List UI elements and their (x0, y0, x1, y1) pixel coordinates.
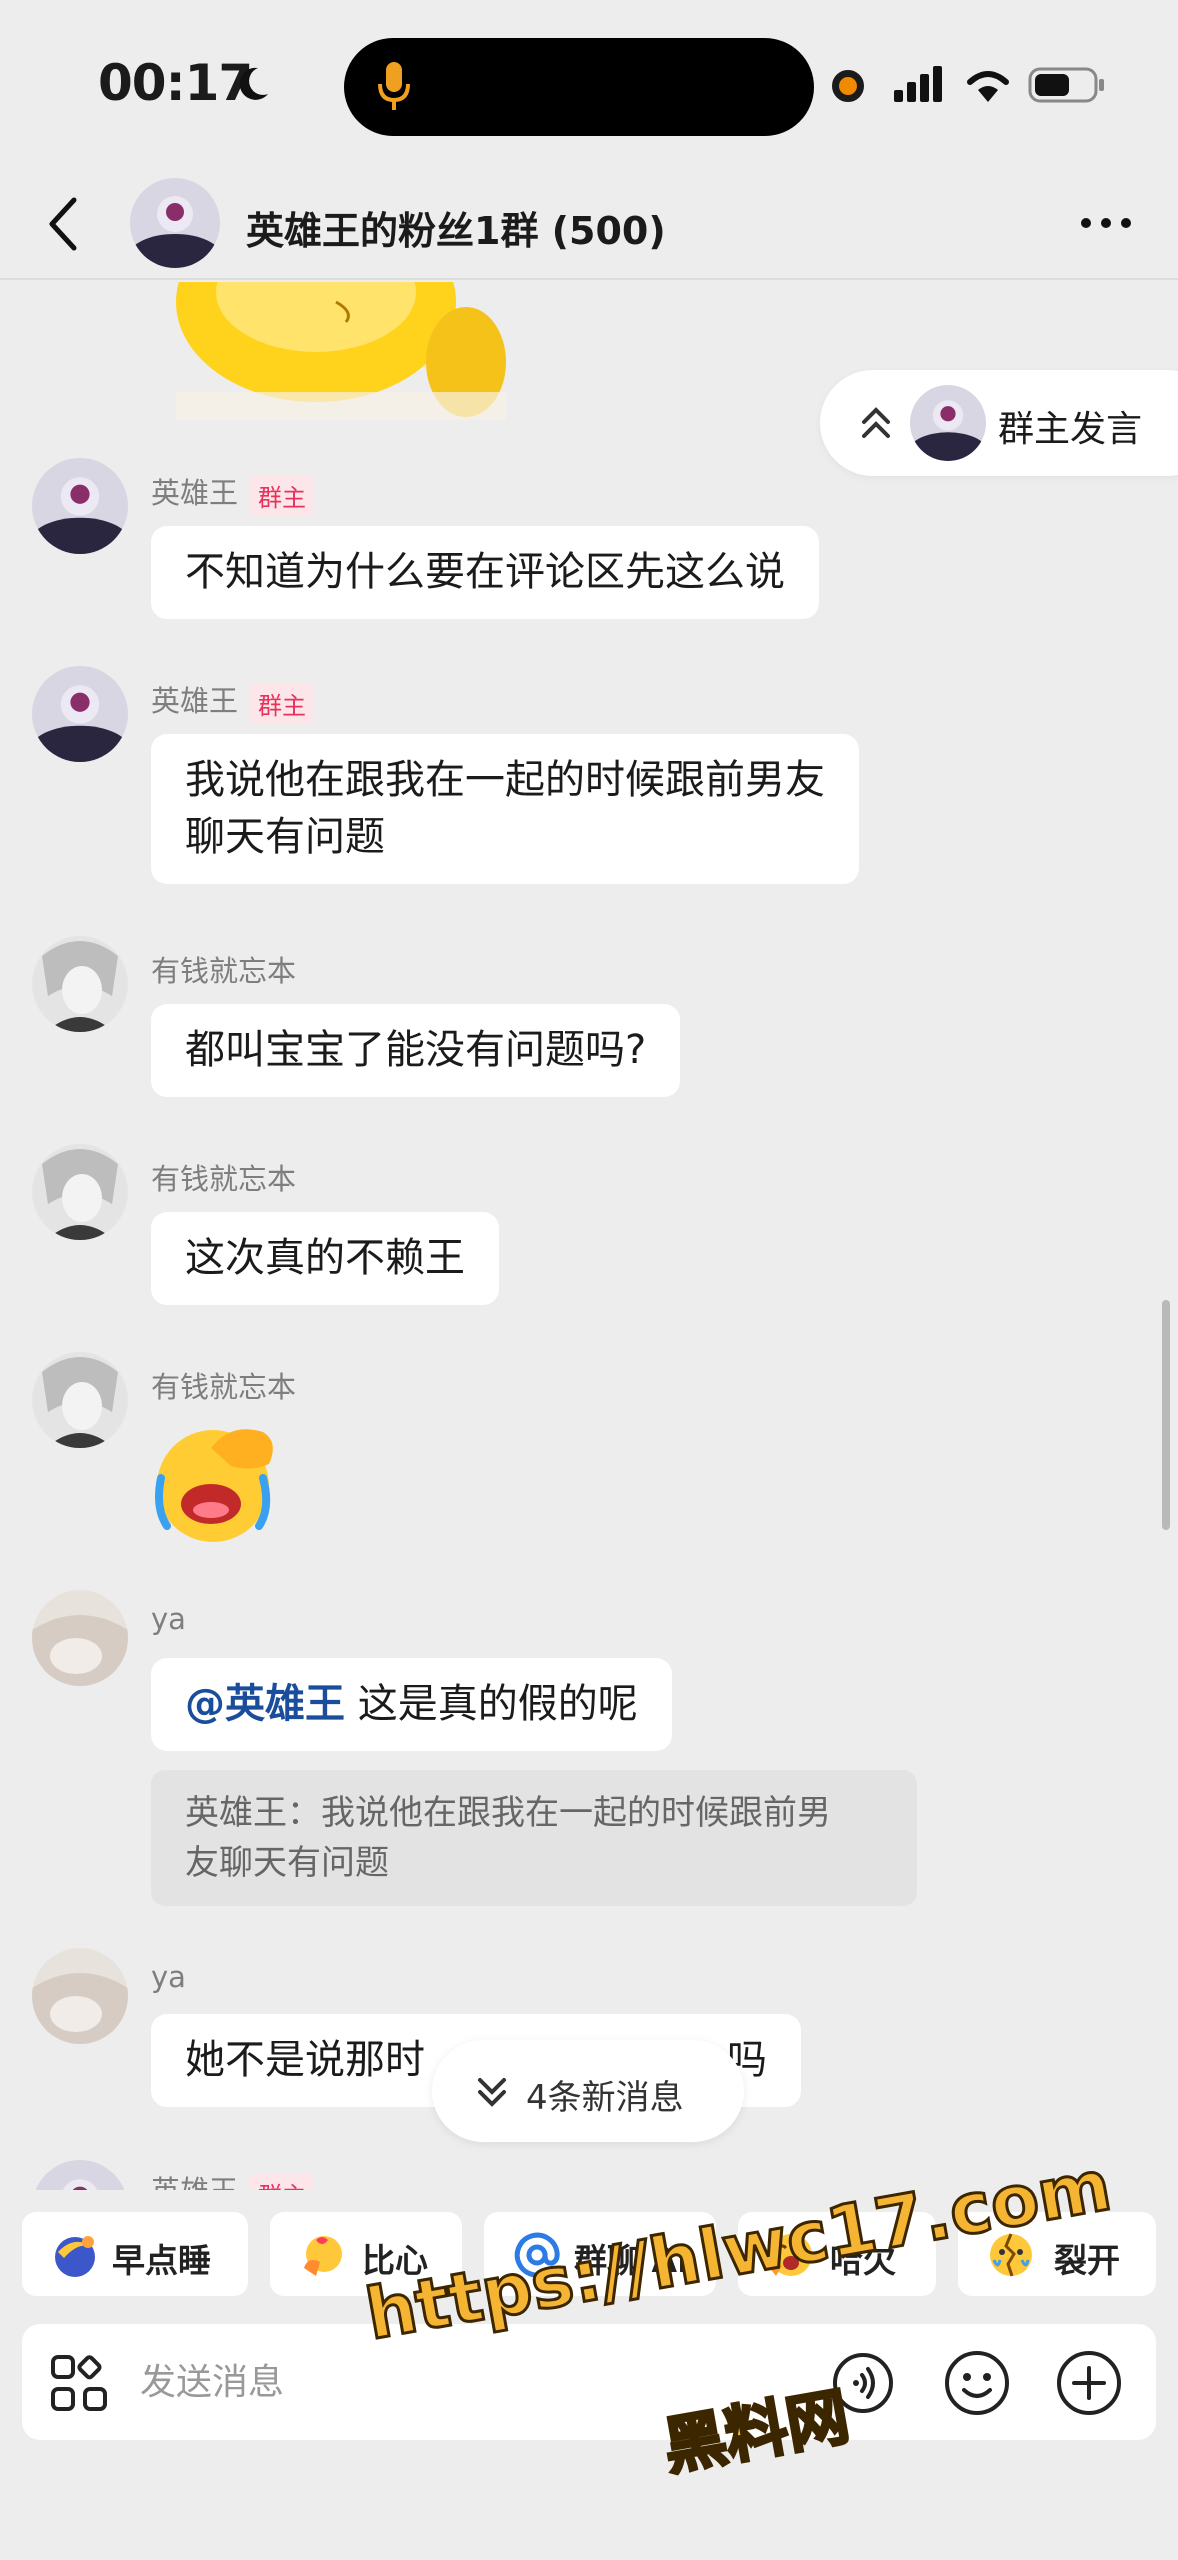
wifi-icon (967, 71, 1009, 102)
moon-icon (239, 67, 268, 100)
plus-icon[interactable] (1056, 2350, 1122, 2416)
group-title: 英雄王的粉丝1群 (500) (246, 209, 666, 253)
avatar[interactable] (32, 1590, 128, 1686)
group-avatar[interactable] (130, 178, 220, 268)
message-text-start: 她不是说那时 (185, 2037, 425, 2083)
heart-gesture-icon (304, 2236, 342, 2276)
sender-name: 英雄王群主 (151, 678, 315, 724)
new-messages-label: 4条新消息 (526, 2078, 684, 2118)
avatar[interactable] (32, 458, 128, 554)
moon-sleep-icon (55, 2236, 95, 2277)
quote-line: 英雄王：我说他在跟我在一起的时候跟前男 (185, 1793, 831, 1833)
sticker-image[interactable] (176, 282, 506, 420)
dynamic-island (344, 38, 814, 136)
message-line: 聊天有问题 (185, 814, 385, 860)
message-bubble[interactable]: 不知道为什么要在评论区先这么说 (151, 526, 819, 619)
recording-dot-icon (832, 70, 864, 102)
battery-icon (1028, 67, 1104, 103)
owner-speak-button[interactable]: 群主发言 (820, 370, 1178, 476)
quoted-message[interactable]: 英雄王：我说他在跟我在一起的时候跟前男 友聊天有问题 (151, 1770, 917, 1906)
message-bubble[interactable]: @英雄王 这是真的假的呢 (151, 1658, 672, 1751)
owner-avatar (910, 385, 986, 461)
microphone-icon (378, 62, 410, 110)
signal-icon (894, 66, 942, 102)
message-bubble[interactable]: 都叫宝宝了能没有问题吗? (151, 1004, 681, 1097)
chat-header: 英雄王的粉丝1群 (500) (0, 170, 1178, 280)
message-input[interactable] (140, 2346, 700, 2418)
new-messages-button[interactable]: 4条新消息 (432, 2040, 744, 2142)
avatar[interactable] (32, 2160, 128, 2190)
sender-name: ya (151, 1960, 186, 1994)
avatar[interactable] (32, 666, 128, 762)
back-icon[interactable] (40, 194, 84, 254)
more-icon[interactable] (1078, 208, 1134, 238)
owner-badge: 群主 (250, 2172, 315, 2190)
chip-label: 早点睡 (112, 2241, 211, 2280)
sender-name: 有钱就忘本 (151, 954, 297, 988)
sender-name: ya (151, 1602, 186, 1636)
message-text: 这是真的假的呢 (345, 1681, 638, 1727)
scrollbar[interactable] (1162, 1300, 1170, 1530)
facepalm-crying-emoji[interactable] (151, 1418, 285, 1544)
owner-badge: 群主 (250, 474, 315, 516)
apps-icon[interactable] (50, 2354, 108, 2412)
sender-name: 英雄王群主 (151, 470, 315, 516)
avatar[interactable] (32, 1144, 128, 1240)
avatar[interactable] (32, 936, 128, 1032)
avatar[interactable] (32, 1352, 128, 1448)
quick-reply-sleep[interactable]: 早点睡 (22, 2212, 248, 2296)
message-bubble[interactable]: 这次真的不赖王 (151, 1212, 499, 1305)
owner-speak-label: 群主发言 (998, 409, 1143, 450)
message-input-bar (22, 2324, 1156, 2440)
message-line: 我说他在跟我在一起的时候跟前男友 (185, 757, 825, 803)
double-chevron-down-icon (478, 2078, 506, 2107)
sender-name: 有钱就忘本 (151, 1370, 297, 1404)
chip-label: 裂开 (1054, 2241, 1120, 2280)
double-chevron-up-icon (862, 407, 890, 438)
message-bubble[interactable]: 我说他在跟我在一起的时候跟前男友 聊天有问题 (151, 734, 859, 884)
avatar[interactable] (32, 1948, 128, 2044)
status-time: 00:17 (98, 54, 253, 112)
sender-name: 有钱就忘本 (151, 1162, 297, 1196)
status-bar: 00:17 (0, 0, 1178, 170)
owner-badge: 群主 (250, 682, 315, 724)
quote-line: 友聊天有问题 (185, 1843, 389, 1883)
mention-link[interactable]: @英雄王 (185, 1681, 345, 1727)
sender-name: 英雄王群主 (151, 2168, 315, 2190)
emoji-face-icon[interactable] (944, 2350, 1010, 2416)
